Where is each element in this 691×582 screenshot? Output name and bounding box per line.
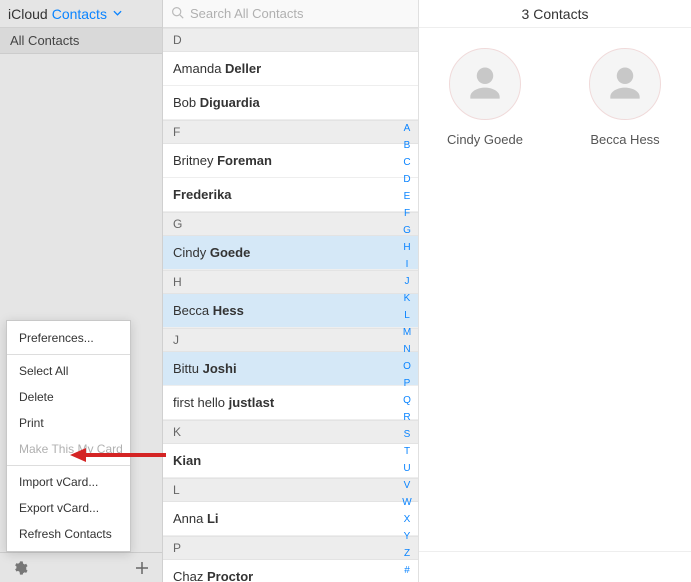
list-item[interactable]: Cindy Goede [163, 236, 418, 270]
sidebar-footer [0, 552, 162, 582]
section-header-g: G [163, 212, 418, 236]
list-item[interactable]: Chaz Proctor [163, 560, 418, 582]
alpha-index-letter[interactable]: N [403, 341, 410, 358]
section-header-f: F [163, 120, 418, 144]
detail-header: 3 Contacts [419, 0, 691, 28]
list-item[interactable]: Anna Li [163, 502, 418, 536]
alpha-index-letter[interactable]: Y [404, 528, 411, 545]
alpha-index-letter[interactable]: Q [403, 392, 411, 409]
menu-item-import-vcard[interactable]: Import vCard... [7, 469, 130, 495]
brand-icloud: iCloud [8, 6, 48, 22]
alpha-index-letter[interactable]: U [403, 460, 410, 477]
menu-item-export-vcard[interactable]: Export vCard... [7, 495, 130, 521]
alpha-index-letter[interactable]: J [405, 273, 410, 290]
alpha-index-letter[interactable]: D [403, 171, 410, 188]
alpha-index-letter[interactable]: X [404, 511, 411, 528]
section-header-l: L [163, 478, 418, 502]
alpha-index-letter[interactable]: L [404, 307, 410, 324]
alpha-index-letter[interactable]: K [404, 290, 411, 307]
alpha-index-letter[interactable]: C [403, 154, 410, 171]
alpha-index-letter[interactable]: H [403, 239, 410, 256]
detail-panel: 3 Contacts Cindy Goede Becca Hess [419, 0, 691, 582]
alpha-index-letter[interactable]: W [402, 494, 411, 511]
alpha-index-letter[interactable]: O [403, 358, 411, 375]
search-icon [171, 6, 184, 22]
menu-item-preferences[interactable]: Preferences... [7, 325, 130, 351]
alpha-index-letter[interactable]: M [403, 324, 411, 341]
alpha-index-letter[interactable]: P [404, 375, 411, 392]
search-row [163, 0, 418, 28]
contact-card-name: Becca Hess [590, 132, 659, 147]
list-item[interactable]: Amanda Deller [163, 52, 418, 86]
menu-separator [7, 465, 130, 466]
gear-context-menu: Preferences... Select All Delete Print M… [6, 320, 131, 552]
menu-item-delete[interactable]: Delete [7, 384, 130, 410]
contact-card[interactable]: Becca Hess [575, 48, 675, 551]
sidebar: iCloud Contacts All Contacts Preferences… [0, 0, 163, 582]
alpha-index-letter[interactable]: S [404, 426, 411, 443]
menu-item-print[interactable]: Print [7, 410, 130, 436]
section-header-j: J [163, 328, 418, 352]
alpha-index-letter[interactable]: V [404, 477, 411, 494]
menu-item-make-card: Make This My Card [7, 436, 130, 462]
alpha-index-letter[interactable]: F [404, 205, 410, 222]
list-item[interactable]: Britney Foreman [163, 144, 418, 178]
brand-contacts[interactable]: Contacts [52, 6, 107, 22]
list-item[interactable]: Kian [163, 444, 418, 478]
detail-cards-row: Cindy Goede Becca Hess [419, 28, 691, 551]
menu-item-select-all[interactable]: Select All [7, 358, 130, 384]
selection-count-label: 3 Contacts [522, 6, 589, 22]
section-header-p: P [163, 536, 418, 560]
contact-card[interactable]: Cindy Goede [435, 48, 535, 551]
list-item[interactable]: Frederika [163, 178, 418, 212]
search-input[interactable] [190, 6, 410, 21]
chevron-down-icon[interactable] [113, 8, 122, 19]
app-root: iCloud Contacts All Contacts Preferences… [0, 0, 691, 582]
section-header-d: D [163, 28, 418, 52]
section-header-h: H [163, 270, 418, 294]
alpha-index-letter[interactable]: A [404, 120, 411, 137]
menu-item-refresh[interactable]: Refresh Contacts [7, 521, 130, 547]
alpha-index-letter[interactable]: T [404, 443, 410, 460]
list-item[interactable]: Bittu Joshi [163, 352, 418, 386]
gear-icon[interactable] [12, 560, 28, 576]
contact-list-scroll[interactable]: D Amanda Deller Bob Diguardia F Britney … [163, 28, 418, 582]
alpha-index-letter[interactable]: E [404, 188, 411, 205]
sidebar-header: iCloud Contacts [0, 0, 162, 28]
plus-icon[interactable] [134, 560, 150, 576]
alpha-index-letter[interactable]: G [403, 222, 411, 239]
alpha-index: ABCDEFGHIJKLMNOPQRSTUVWXYZ# [400, 120, 414, 579]
alpha-index-letter[interactable]: Z [404, 545, 410, 562]
section-header-k: K [163, 420, 418, 444]
alpha-index-letter[interactable]: # [404, 562, 410, 579]
avatar [589, 48, 661, 120]
contact-list-column: D Amanda Deller Bob Diguardia F Britney … [163, 0, 419, 582]
sidebar-item-label: All Contacts [10, 33, 79, 48]
alpha-index-letter[interactable]: R [403, 409, 410, 426]
avatar [449, 48, 521, 120]
list-item[interactable]: Bob Diguardia [163, 86, 418, 120]
detail-divider [419, 551, 691, 552]
menu-separator [7, 354, 130, 355]
list-item[interactable]: first hello justlast [163, 386, 418, 420]
sidebar-item-all-contacts[interactable]: All Contacts [0, 28, 162, 54]
list-item[interactable]: Becca Hess [163, 294, 418, 328]
alpha-index-letter[interactable]: B [404, 137, 411, 154]
contact-card-name: Cindy Goede [447, 132, 523, 147]
alpha-index-letter[interactable]: I [406, 256, 409, 273]
